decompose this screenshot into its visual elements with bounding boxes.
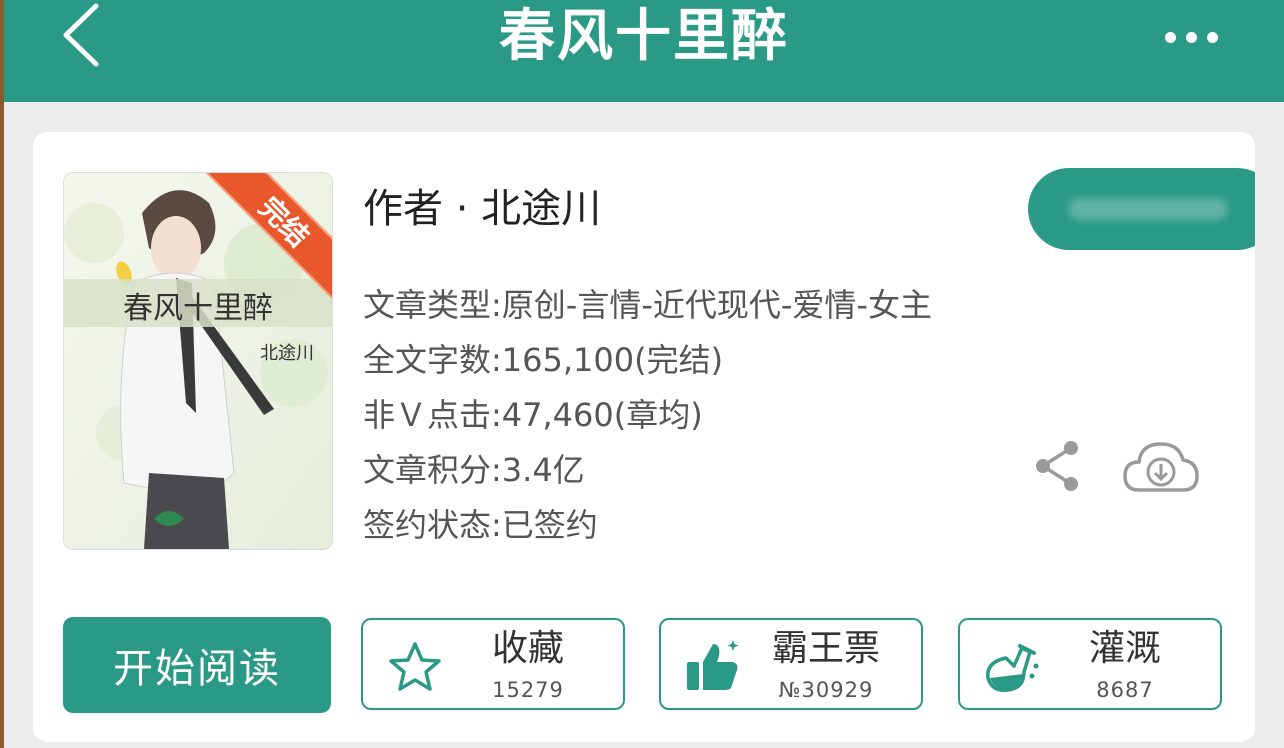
tag-pill[interactable] (1028, 168, 1255, 250)
book-cover[interactable]: 春风十里醉 北途川 完结 (63, 172, 333, 550)
water-label: 灌溉 (1088, 628, 1161, 669)
info-type: 文章类型:原创-言情-近代现代-爱情-女主 (363, 286, 932, 324)
info-score: 文章积分:3.4亿 (363, 451, 585, 489)
author-line[interactable]: 作者 · 北途川 (363, 184, 601, 234)
download-button[interactable] (1121, 436, 1201, 496)
favorite-count: 15279 (492, 678, 564, 702)
more-button[interactable] (1162, 26, 1222, 48)
vote-button[interactable]: 霸王票 №30929 (659, 618, 923, 710)
book-info: 文章类型:原创-言情-近代现代-爱情-女主 全文字数:165,100(完结) 非… (363, 278, 932, 553)
water-button[interactable]: 灌溉 8687 (958, 618, 1222, 710)
favorite-button[interactable]: 收藏 15279 (361, 618, 625, 710)
book-card: 春风十里醉 北途川 完结 作者 · 北途川 文章类型:原创-言情-近代现代-爱情… (33, 132, 1255, 742)
more-icon (1165, 32, 1176, 43)
vote-count: №30929 (778, 678, 874, 702)
vote-label: 霸王票 (771, 628, 880, 669)
start-reading-button[interactable]: 开始阅读 (63, 617, 331, 713)
left-edge-strip (0, 0, 4, 748)
info-word-count: 全文字数:165,100(完结) (363, 341, 724, 379)
cover-author: 北途川 (260, 343, 314, 364)
share-button[interactable] (1031, 438, 1085, 494)
top-bar: 春风十里醉 (4, 0, 1284, 102)
cloud-download-icon (1123, 442, 1199, 492)
cover-title: 春风十里醉 (123, 291, 273, 326)
water-count: 8687 (1096, 678, 1154, 702)
tag-pill-blurred-content (1068, 198, 1228, 220)
favorite-label: 收藏 (491, 628, 564, 669)
info-clicks: 非Ｖ点击:47,460(章均) (363, 396, 703, 434)
share-icon (1036, 441, 1078, 491)
info-contract: 签约状态:已签约 (363, 506, 598, 544)
page-title: 春风十里醉 (499, 4, 789, 69)
